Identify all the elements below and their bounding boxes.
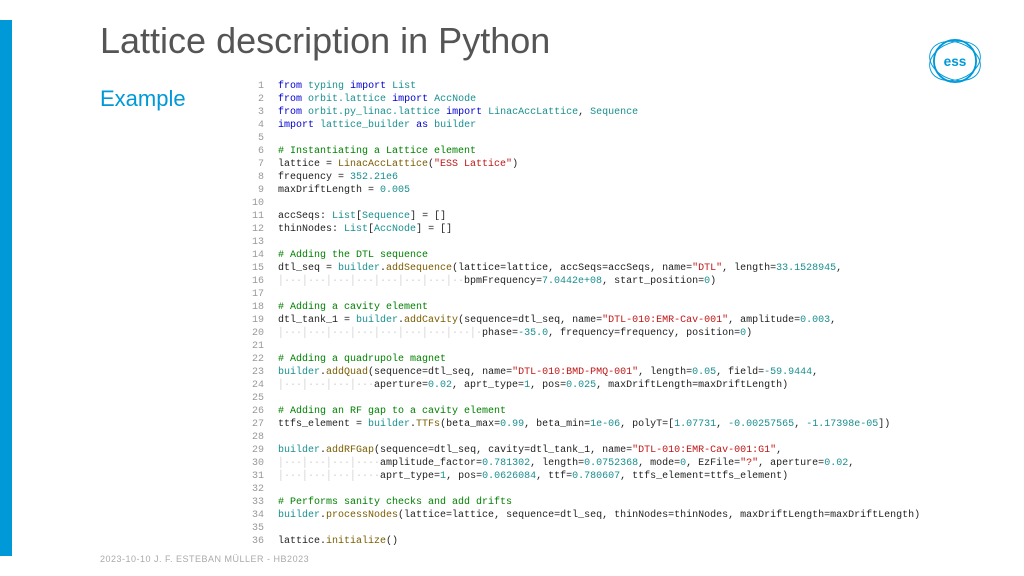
line-number: 26 — [240, 405, 264, 418]
line-number: 11 — [240, 210, 264, 223]
example-label: Example — [100, 86, 186, 112]
code-line: 35 — [240, 522, 1010, 535]
line-number: 2 — [240, 93, 264, 106]
line-number: 32 — [240, 483, 264, 496]
line-number: 30 — [240, 457, 264, 470]
code-line: 11accSeqs: List[Sequence] = [] — [240, 210, 1010, 223]
code-line: 32 — [240, 483, 1010, 496]
line-number: 16 — [240, 275, 264, 288]
code-line: 28 — [240, 431, 1010, 444]
line-number: 28 — [240, 431, 264, 444]
code-line: 19dtl_tank_1 = builder.addCavity(sequenc… — [240, 314, 1010, 327]
footer-meta: 2023-10-10 J. F. ESTEBAN MÜLLER - HB2023 — [100, 554, 309, 564]
line-number: 18 — [240, 301, 264, 314]
code-line: 34builder.processNodes(lattice=lattice, … — [240, 509, 1010, 522]
line-number: 10 — [240, 197, 264, 210]
code-line: 1from typing import List — [240, 80, 1010, 93]
line-number: 36 — [240, 535, 264, 548]
line-number: 5 — [240, 132, 264, 145]
code-line: 21 — [240, 340, 1010, 353]
line-number: 19 — [240, 314, 264, 327]
code-line: 9maxDriftLength = 0.005 — [240, 184, 1010, 197]
code-line: 8frequency = 352.21e6 — [240, 171, 1010, 184]
line-number: 12 — [240, 223, 264, 236]
line-number: 1 — [240, 80, 264, 93]
line-number: 13 — [240, 236, 264, 249]
code-line: 7lattice = LinacAccLattice("ESS Lattice"… — [240, 158, 1010, 171]
code-line: 14# Adding the DTL sequence — [240, 249, 1010, 262]
line-number: 27 — [240, 418, 264, 431]
line-number: 6 — [240, 145, 264, 158]
code-line: 3from orbit.py_linac.lattice import Lina… — [240, 106, 1010, 119]
line-number: 9 — [240, 184, 264, 197]
code-line: 15dtl_seq = builder.addSequence(lattice=… — [240, 262, 1010, 275]
code-line: 36lattice.initialize() — [240, 535, 1010, 548]
code-line: 13 — [240, 236, 1010, 249]
code-line: 2from orbit.lattice import AccNode — [240, 93, 1010, 106]
code-line: 6# Instantiating a Lattice element — [240, 145, 1010, 158]
code-listing: 1from typing import List2from orbit.latt… — [240, 80, 1010, 548]
line-number: 24 — [240, 379, 264, 392]
line-number: 31 — [240, 470, 264, 483]
line-number: 29 — [240, 444, 264, 457]
code-line: 5 — [240, 132, 1010, 145]
line-number: 23 — [240, 366, 264, 379]
code-line: 12thinNodes: List[AccNode] = [] — [240, 223, 1010, 236]
code-line: 33# Performs sanity checks and add drift… — [240, 496, 1010, 509]
line-number: 25 — [240, 392, 264, 405]
line-number: 8 — [240, 171, 264, 184]
line-number: 33 — [240, 496, 264, 509]
code-line: 30│···│···│···│····amplitude_factor=0.78… — [240, 457, 1010, 470]
line-number: 17 — [240, 288, 264, 301]
code-line: 26# Adding an RF gap to a cavity element — [240, 405, 1010, 418]
code-line: 24│···│···│···│···aperture=0.02, aprt_ty… — [240, 379, 1010, 392]
code-line: 16│···│···│···│···│···│···│···│··bpmFreq… — [240, 275, 1010, 288]
code-line: 10 — [240, 197, 1010, 210]
code-line: 23builder.addQuad(sequence=dtl_seq, name… — [240, 366, 1010, 379]
line-number: 7 — [240, 158, 264, 171]
line-number: 35 — [240, 522, 264, 535]
code-line: 27ttfs_element = builder.TTFs(beta_max=0… — [240, 418, 1010, 431]
code-line: 25 — [240, 392, 1010, 405]
line-number: 4 — [240, 119, 264, 132]
code-line: 17 — [240, 288, 1010, 301]
code-line: 20│···│···│···│···│···│···│···│···│·phas… — [240, 327, 1010, 340]
code-line: 29builder.addRFGap(sequence=dtl_seq, cav… — [240, 444, 1010, 457]
page-title: Lattice description in Python — [100, 20, 550, 62]
accent-bar — [0, 20, 12, 556]
line-number: 21 — [240, 340, 264, 353]
code-line: 31│···│···│···│····aprt_type=1, pos=0.06… — [240, 470, 1010, 483]
svg-text:ess: ess — [944, 54, 967, 69]
code-line: 18# Adding a cavity element — [240, 301, 1010, 314]
code-line: 4import lattice_builder as builder — [240, 119, 1010, 132]
line-number: 15 — [240, 262, 264, 275]
line-number: 22 — [240, 353, 264, 366]
line-number: 34 — [240, 509, 264, 522]
line-number: 3 — [240, 106, 264, 119]
line-number: 20 — [240, 327, 264, 340]
code-line: 22# Adding a quadrupole magnet — [240, 353, 1010, 366]
line-number: 14 — [240, 249, 264, 262]
